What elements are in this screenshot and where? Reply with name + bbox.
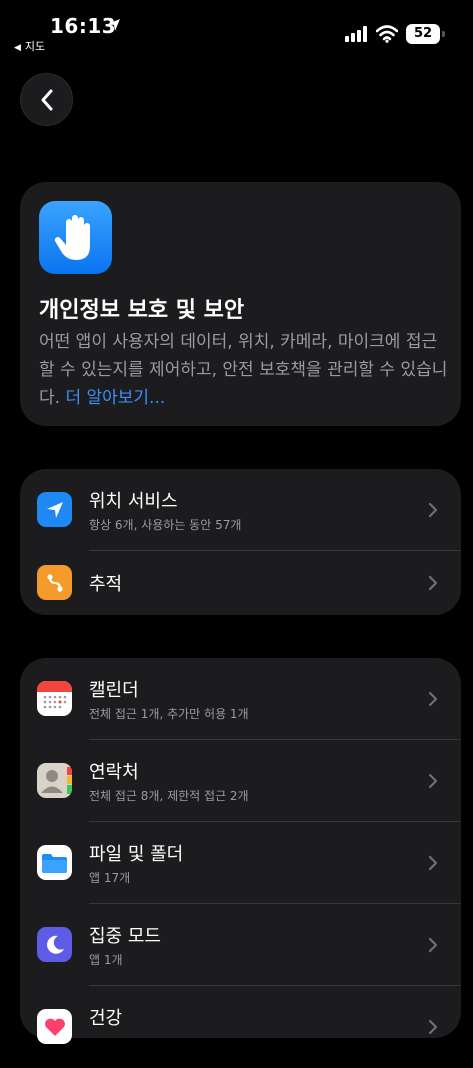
moon-icon: [37, 927, 72, 962]
location-services-icon: [37, 492, 72, 527]
privacy-settings-group: 위치 서비스 항상 6개, 사용하는 동안 57개 추적: [20, 469, 461, 615]
battery-tip: [442, 31, 445, 37]
folder-icon: [37, 845, 72, 880]
wifi-icon: [376, 25, 398, 43]
page-title: 개인정보 보호 및 보안: [39, 298, 245, 323]
app-permissions-group: 캘린더 전체 접근 1개, 추가만 허용 1개 연락처 전체 접근 8개, 제한…: [20, 658, 461, 1044]
back-app-label: 지도: [24, 40, 46, 53]
list-item-focus[interactable]: 집중 모드 앱 1개: [20, 904, 461, 986]
contacts-icon: [37, 763, 72, 798]
list-item-tracking[interactable]: 추적: [20, 551, 461, 615]
chevron-right-icon: [428, 937, 438, 953]
tracking-icon: [37, 565, 72, 600]
calendar-icon: [37, 681, 72, 716]
heart-icon: [37, 1009, 72, 1044]
privacy-header-card: 개인정보 보호 및 보안 어떤 앱이 사용자의 데이터, 위치, 카메라, 마이…: [20, 182, 461, 426]
chevron-right-icon: [428, 855, 438, 871]
battery-indicator: 52: [406, 24, 440, 44]
chevron-right-icon: [428, 575, 438, 591]
row-title: 연락처: [89, 762, 139, 783]
row-title: 건강: [89, 1008, 123, 1029]
back-triangle-icon: ◀: [14, 43, 21, 53]
chevron-right-icon: [428, 773, 438, 789]
hand-icon: [39, 201, 112, 274]
row-subtitle: 앱 1개: [89, 953, 123, 967]
list-item-contacts[interactable]: 연락처 전체 접근 8개, 제한적 접근 2개: [20, 740, 461, 822]
row-title: 위치 서비스: [89, 491, 178, 512]
chevron-right-icon: [428, 502, 438, 518]
list-item-health[interactable]: 건강: [20, 986, 461, 1068]
row-title: 파일 및 폴더: [89, 844, 184, 865]
list-item-files-folders[interactable]: 파일 및 폴더 앱 17개: [20, 822, 461, 904]
row-subtitle: 전체 접근 1개, 추가만 허용 1개: [89, 707, 249, 721]
back-button[interactable]: [20, 73, 73, 126]
chevron-left-icon: [41, 89, 52, 110]
status-bar: 16:13 ◀ 지도 52: [0, 0, 473, 60]
row-subtitle: 앱 17개: [89, 871, 131, 885]
row-title: 집중 모드: [89, 926, 161, 947]
page-description: 어떤 앱이 사용자의 데이터, 위치, 카메라, 마이크에 접근할 수 있는지를…: [39, 328, 449, 412]
list-item-calendar[interactable]: 캘린더 전체 접근 1개, 추가만 허용 1개: [20, 658, 461, 740]
row-title: 캘린더: [89, 680, 139, 701]
location-arrow-icon: [108, 19, 120, 31]
row-subtitle: 전체 접근 8개, 제한적 접근 2개: [89, 789, 249, 803]
chevron-right-icon: [428, 1019, 438, 1035]
row-subtitle: 항상 6개, 사용하는 동안 57개: [89, 518, 242, 532]
learn-more-link[interactable]: 더 알아보기...: [65, 388, 165, 408]
chevron-right-icon: [428, 691, 438, 707]
list-item-location-services[interactable]: 위치 서비스 항상 6개, 사용하는 동안 57개: [20, 469, 461, 551]
row-title: 추적: [89, 574, 123, 595]
back-to-app-link[interactable]: ◀ 지도: [14, 38, 45, 54]
cellular-signal-icon: [345, 26, 367, 42]
